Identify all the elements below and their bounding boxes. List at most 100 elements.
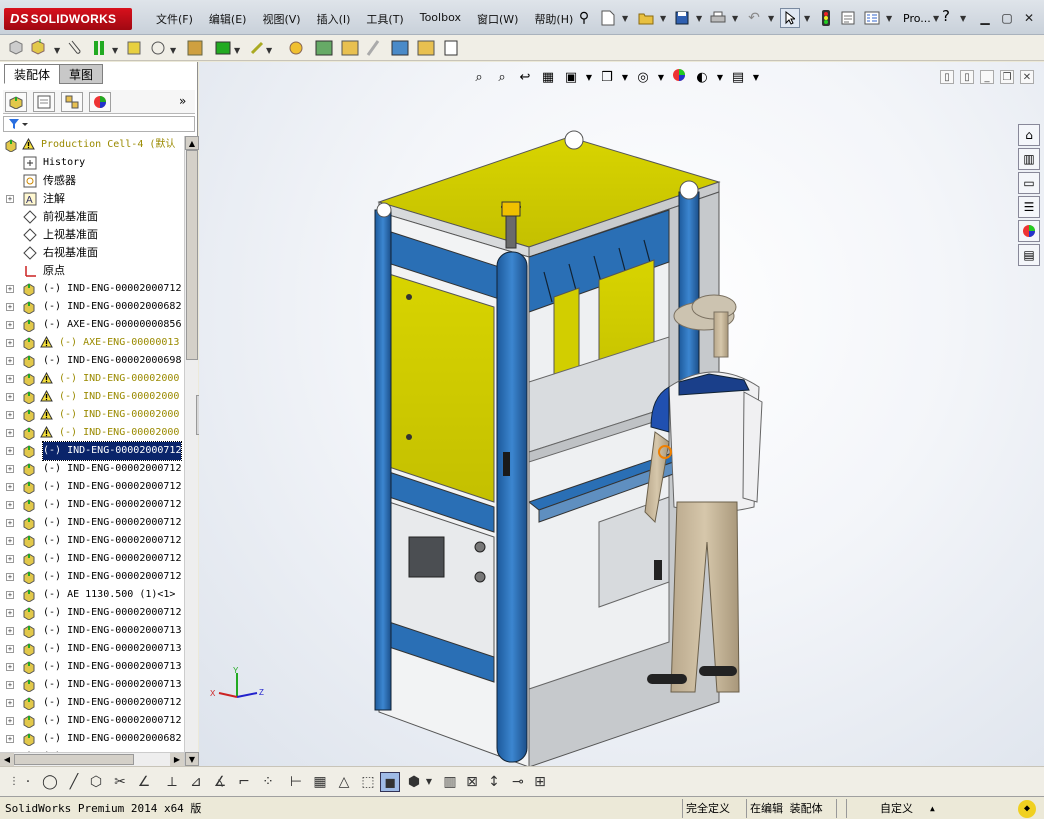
tree-item[interactable]: History (0, 154, 184, 172)
tree-item[interactable]: + (-) IND-ENG-00002000 (0, 370, 184, 388)
tree-item[interactable]: 原点 (0, 262, 184, 280)
settings-gear-icon[interactable] (289, 41, 303, 55)
component-icon[interactable] (9, 40, 23, 55)
expand-icon[interactable]: + (6, 501, 14, 509)
pin-icon[interactable]: ⚲ (574, 8, 594, 28)
menu-item[interactable]: 插入(I) (309, 9, 359, 29)
expand-icon[interactable]: + (6, 195, 14, 203)
expand-panel-icon[interactable]: » (179, 94, 186, 108)
home-icon[interactable]: ⌂ (1018, 124, 1040, 146)
tree-item[interactable]: + (-) AXE-ENG-00000013 (0, 334, 184, 352)
chevron-down-icon[interactable]: ▼ (696, 14, 702, 23)
circle-icon[interactable]: ◯ (40, 772, 60, 792)
expand-icon[interactable]: + (6, 735, 14, 743)
propertymanager-tab-icon[interactable] (33, 92, 55, 112)
hscroll-thumb[interactable] (14, 754, 134, 765)
chevron-down-icon[interactable]: ▼ (960, 14, 966, 23)
chevron-down-icon[interactable]: ▼ (768, 14, 774, 23)
expand-icon[interactable]: + (6, 519, 14, 527)
tree-scrollbar[interactable]: ▲ ▼ (184, 136, 199, 766)
tree-item[interactable]: + (-) IND-ENG-00002000 (0, 406, 184, 424)
menu-item[interactable]: 工具(T) (358, 9, 411, 29)
expand-icon[interactable]: + (6, 555, 14, 563)
tree-item[interactable]: + (-) IND-ENG-00002000713 (0, 640, 184, 658)
scroll-thumb[interactable] (186, 150, 198, 360)
smart-fasteners-icon[interactable] (187, 40, 203, 56)
tree-item[interactable]: + (-) IND-ENG-00002000682 (0, 298, 184, 316)
scroll-down-icon[interactable]: ▼ (185, 752, 199, 766)
expand-icon[interactable]: + (6, 447, 14, 455)
grid-icon[interactable]: ▦ (310, 772, 330, 792)
view-cube-icon[interactable]: ⬢ (404, 772, 424, 792)
rotate-component-icon[interactable] (151, 41, 165, 55)
mate-icon[interactable] (94, 41, 104, 55)
tree-item[interactable]: + (-) AXE-ENG-00000000856 (0, 316, 184, 334)
expand-icon[interactable]: + (6, 393, 14, 401)
offset-icon[interactable]: ⊿ (186, 772, 206, 792)
chevron-down-icon[interactable]: ▼ (170, 46, 177, 55)
expand-icon[interactable]: + (6, 429, 14, 437)
front-door-pillar[interactable] (496, 251, 528, 763)
mate-reference-icon[interactable]: ⊠ (462, 772, 482, 792)
tree-item[interactable]: + (-) IND-ENG-00002000713 (0, 658, 184, 676)
front-yellow-panel[interactable] (388, 273, 495, 503)
menu-item[interactable]: 视图(V) (254, 9, 308, 29)
large-assembly-icon[interactable] (391, 40, 409, 56)
expand-icon[interactable]: + (6, 339, 14, 347)
magnet-icon[interactable]: ⊸ (508, 772, 528, 792)
menu-item[interactable]: Toolbox (412, 9, 469, 29)
interference-icon[interactable] (341, 40, 359, 56)
expand-icon[interactable]: + (6, 465, 14, 473)
corner-icon[interactable]: ⌐ (234, 772, 254, 792)
expand-icon[interactable]: + (6, 681, 14, 689)
expand-icon[interactable]: + (6, 285, 14, 293)
move-component-icon[interactable] (127, 41, 141, 55)
chevron-down-icon[interactable]: ▼ (804, 14, 810, 23)
line-icon[interactable]: ╱ (64, 772, 84, 792)
maximize-icon[interactable]: ▢ (998, 10, 1016, 26)
expand-icon[interactable]: + (6, 357, 14, 365)
tree-item[interactable]: + (-) IND-ENG-00002000712 (0, 568, 184, 586)
extend-icon[interactable]: ∠ (134, 772, 154, 792)
chevron-up-icon[interactable]: ▲ (930, 800, 935, 817)
tree-item[interactable]: + (-) IND-ENG-00002000712 (0, 694, 184, 712)
tree-item[interactable]: + (-) IND-ENG-00002000712 (0, 478, 184, 496)
undo-icon[interactable]: ↶ (744, 8, 764, 28)
tree-item[interactable]: + (-) IND-ENG-00002000713 (0, 676, 184, 694)
tree-item[interactable]: 上视基准面 (0, 226, 184, 244)
print-icon[interactable] (708, 8, 728, 28)
scroll-up-icon[interactable]: ▲ (185, 136, 199, 150)
help-icon[interactable]: ? (936, 6, 956, 26)
expand-icon[interactable]: + (6, 483, 14, 491)
save-icon[interactable] (672, 8, 692, 28)
exploded-view-icon[interactable] (315, 40, 333, 56)
custom-properties-icon[interactable]: ▤ (1018, 244, 1040, 266)
scroll-right-icon[interactable]: ▶ (170, 753, 184, 766)
expand-icon[interactable]: + (6, 573, 14, 581)
tree-item[interactable]: + A 注解 (0, 190, 184, 208)
solidworks-logo[interactable]: DS SOLIDWORKS (4, 8, 132, 30)
table-icon[interactable]: ⊞ (530, 772, 550, 792)
expand-icon[interactable]: + (6, 537, 14, 545)
expand-icon[interactable]: + (6, 609, 14, 617)
tree-hscrollbar[interactable]: ◀ ▶ (0, 752, 184, 766)
expand-icon[interactable]: + (6, 591, 14, 599)
tree-item[interactable]: + (-) IND-ENG-00002000712 (0, 550, 184, 568)
menu-item[interactable]: 窗口(W) (469, 9, 526, 29)
chevron-down-icon[interactable]: ▼ (112, 46, 119, 55)
assembly-model-3d[interactable] (199, 62, 1044, 766)
instant3d-icon[interactable] (366, 40, 380, 56)
expand-icon[interactable]: + (6, 321, 14, 329)
tree-item[interactable]: + (-) IND-ENG-00002000712 (0, 712, 184, 730)
expand-icon[interactable]: + (6, 303, 14, 311)
chevron-down-icon[interactable]: ▼ (424, 772, 434, 792)
menu-item[interactable]: 文件(F) (148, 9, 201, 29)
chevron-down-icon[interactable]: ▼ (622, 14, 628, 23)
tree-item[interactable]: + (-) IND-ENG-00002000 (0, 424, 184, 442)
new-document-icon[interactable] (598, 8, 618, 28)
dimension-icon[interactable]: ⁘ (258, 772, 278, 792)
tree-item[interactable]: 前视基准面 (0, 208, 184, 226)
tree-item[interactable]: + (-) AE 1130.500 (1)<1> (0, 586, 184, 604)
expand-icon[interactable]: + (6, 699, 14, 707)
expand-icon[interactable]: + (6, 411, 14, 419)
